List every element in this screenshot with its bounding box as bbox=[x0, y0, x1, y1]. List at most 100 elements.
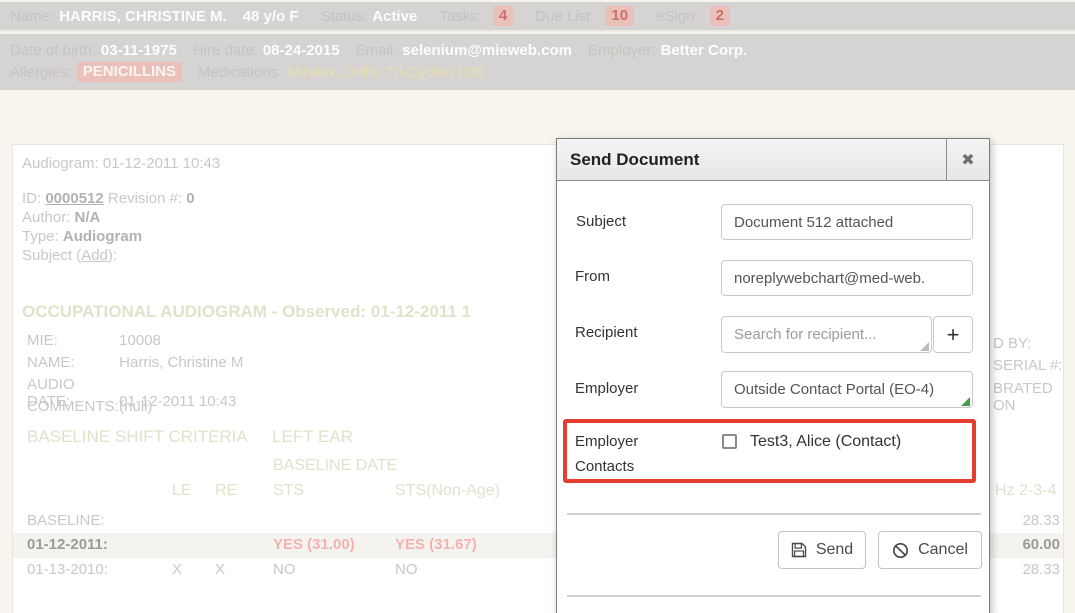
name-field-label: NAME: bbox=[27, 354, 115, 371]
status-label: Status: bbox=[321, 8, 368, 25]
document-id-link: 0000512 bbox=[45, 190, 103, 207]
document-author-line: Author: N/A bbox=[22, 208, 195, 227]
resize-handle-icon bbox=[920, 342, 929, 351]
plus-icon: + bbox=[947, 322, 960, 348]
employer-select[interactable] bbox=[721, 371, 973, 408]
revision-label: Revision #: bbox=[108, 190, 182, 207]
employer-field-label: Employer bbox=[575, 380, 638, 397]
patient-header-row2: Date of birth: 03-11-1975 Hire date: 08-… bbox=[0, 34, 1075, 90]
contact-checkbox[interactable] bbox=[722, 434, 737, 449]
close-button[interactable]: ✖ bbox=[946, 139, 989, 181]
fragment-tested-by: D BY: bbox=[993, 335, 1031, 352]
row-date: BASELINE: bbox=[27, 512, 105, 529]
document-subject-line: Subject (Add): bbox=[22, 246, 195, 265]
avg-value-2: 60.00 bbox=[998, 536, 1060, 553]
patient-age-sex: 48 y/o F bbox=[243, 8, 299, 25]
patient-name: HARRIS, CHRISTINE M. bbox=[59, 8, 227, 25]
row-date: 01-12-2011: bbox=[27, 536, 108, 553]
from-field-label: From bbox=[575, 268, 610, 285]
col-header-sts-nonage: STS(Non-Age) bbox=[395, 482, 500, 500]
due-list-label: Due List: bbox=[535, 8, 594, 25]
allergy-badge: PENICILLINS bbox=[77, 62, 182, 82]
tasks-label: Tasks: bbox=[439, 8, 482, 25]
contact-option-label[interactable]: Test3, Alice (Contact) bbox=[750, 433, 901, 451]
employer-contacts-label-line1: Employer bbox=[575, 429, 638, 454]
subject-field-label: Subject bbox=[576, 213, 626, 230]
subject-input[interactable] bbox=[721, 204, 973, 240]
status-value: Active bbox=[372, 8, 417, 25]
employer-value: Better Corp. bbox=[660, 42, 747, 59]
author-value: N/A bbox=[75, 209, 101, 226]
patient-header-row1: Name: HARRIS, CHRISTINE M. 48 y/o F Stat… bbox=[0, 0, 1075, 32]
modal-header: Send Document ✖ bbox=[557, 139, 989, 181]
esign-label: eSign: bbox=[656, 8, 699, 25]
col-header-hz: Hz 2-3-4 bbox=[995, 482, 1056, 500]
subject-add-link: Add bbox=[81, 247, 108, 264]
col-header-sts: STS bbox=[273, 482, 304, 500]
allergies-medications-row: Allergies: PENICILLINS Medications: Mira… bbox=[10, 62, 1065, 82]
mie-value: 10008 bbox=[119, 332, 161, 349]
tasks-badge: 4 bbox=[493, 6, 513, 26]
save-icon bbox=[791, 542, 807, 558]
close-icon: ✖ bbox=[961, 150, 974, 170]
revision-value: 0 bbox=[186, 190, 194, 207]
email-value: selenium@mieweb.com bbox=[402, 42, 572, 59]
row-sts-nonage: YES (31.67) bbox=[395, 536, 477, 553]
field-row-mie: MIE: 10008 bbox=[27, 332, 161, 349]
employer-contacts-label: Employer Contacts bbox=[575, 429, 638, 479]
employer-label: Employer: bbox=[588, 42, 656, 59]
author-label: Author: bbox=[22, 209, 70, 226]
send-button[interactable]: Send bbox=[778, 531, 866, 569]
row-re: X bbox=[215, 561, 225, 578]
dob-label: Date of birth: bbox=[10, 42, 96, 59]
name-field-value: Harris, Christine M bbox=[119, 354, 243, 371]
fragment-serial: SERIAL #: bbox=[993, 357, 1062, 374]
medications-label: Medications: bbox=[198, 64, 282, 81]
row-sts: NO bbox=[273, 561, 296, 578]
baseline-date-header: BASELINE DATE bbox=[273, 457, 397, 475]
avg-value-3: 28.33 bbox=[998, 561, 1060, 578]
left-ear-title: LEFT EAR bbox=[272, 427, 353, 447]
cancel-icon bbox=[892, 542, 909, 559]
baseline-section-title: BASELINE SHIFT CRITERIA bbox=[27, 427, 248, 447]
recipient-search-input[interactable] bbox=[721, 316, 932, 353]
field-row-comments: COMMENTS: (null) bbox=[27, 398, 153, 415]
document-meta: ID: 0000512 Revision #: 0 Author: N/A Ty… bbox=[22, 189, 195, 265]
demographics-row: Date of birth: 03-11-1975 Hire date: 08-… bbox=[10, 42, 1065, 59]
dob-value: 03-11-1975 bbox=[101, 42, 177, 59]
field-row-name: NAME: Harris, Christine M bbox=[27, 354, 243, 371]
screen: Name: HARRIS, CHRISTINE M. 48 y/o F Stat… bbox=[0, 0, 1075, 613]
name-label: Name: bbox=[10, 8, 54, 25]
document-type-line: Type: Audiogram bbox=[22, 227, 195, 246]
modal-title: Send Document bbox=[557, 150, 946, 170]
col-header-re: RE bbox=[215, 482, 237, 500]
document-header: Audiogram: 01-12-2011 10:43 bbox=[22, 155, 220, 172]
document-id-line: ID: 0000512 Revision #: 0 bbox=[22, 189, 195, 208]
subject-close: ): bbox=[108, 247, 117, 264]
row-sts-nonage: NO bbox=[395, 561, 418, 578]
add-recipient-button[interactable]: + bbox=[933, 316, 973, 353]
hire-date-label: Hire date: bbox=[193, 42, 258, 59]
report-title: OCCUPATIONAL AUDIOGRAM - Observed: 01-12… bbox=[22, 302, 471, 322]
due-list-badge: 10 bbox=[605, 6, 634, 26]
hire-date-value: 08-24-2015 bbox=[263, 42, 340, 59]
comments-value: (null) bbox=[119, 398, 152, 415]
recipient-field-label: Recipient bbox=[575, 324, 638, 341]
email-label: Email: bbox=[356, 42, 398, 59]
comments-label: COMMENTS: bbox=[27, 398, 115, 415]
send-button-label: Send bbox=[816, 541, 853, 559]
from-input[interactable] bbox=[721, 260, 973, 296]
avg-value-1: 28.33 bbox=[998, 512, 1060, 529]
cancel-button-label: Cancel bbox=[918, 541, 968, 559]
fragment-calibrated: BRATED ON bbox=[993, 380, 1075, 414]
row-sts: YES (31.00) bbox=[273, 536, 355, 553]
allergies-label: Allergies: bbox=[10, 64, 72, 81]
col-header-le: LE bbox=[172, 482, 192, 500]
medications-value: Miralax, Ortho Tri-Cyclen (28) bbox=[287, 64, 484, 81]
send-document-modal: Send Document ✖ Subject From Recipient +… bbox=[556, 138, 990, 613]
row-le: X bbox=[172, 561, 182, 578]
id-label: ID: bbox=[22, 190, 41, 207]
cancel-button[interactable]: Cancel bbox=[878, 531, 982, 569]
mie-label: MIE: bbox=[27, 332, 115, 349]
row-date: 01-13-2010: bbox=[27, 561, 108, 578]
